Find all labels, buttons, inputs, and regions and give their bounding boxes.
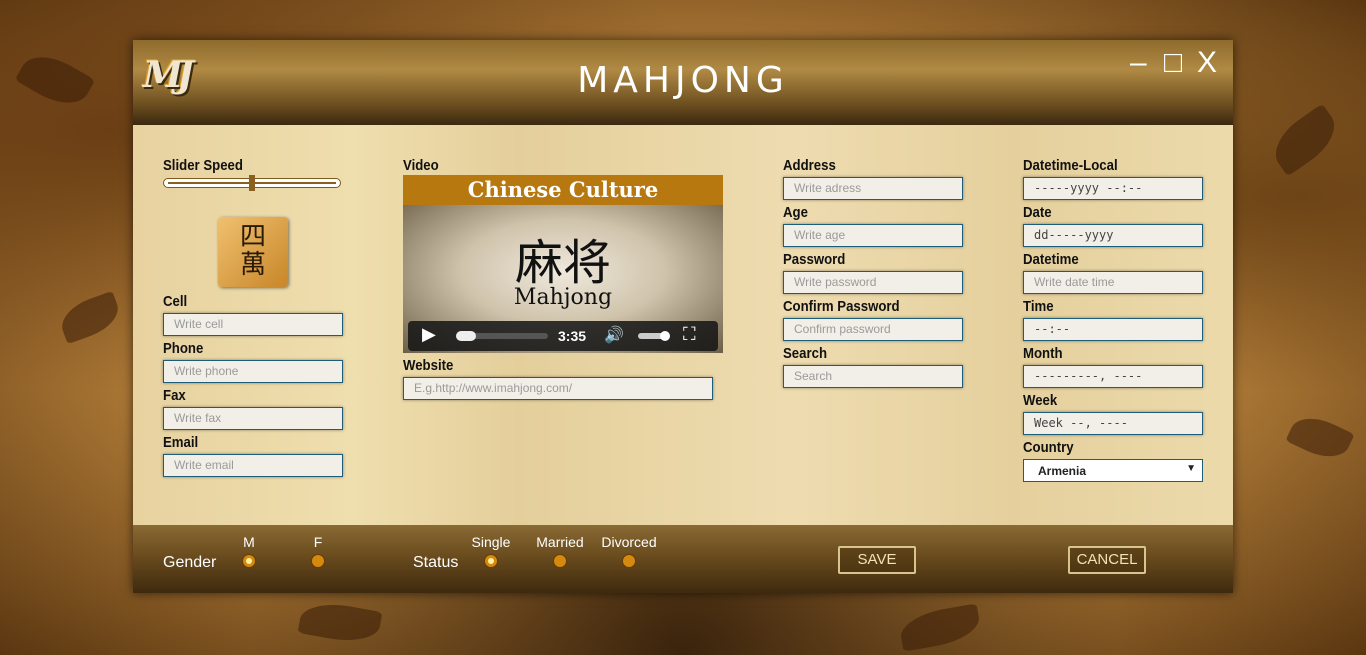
country-value: Armenia [1038,464,1087,478]
status-divorced-label: Divorced [601,534,657,550]
gender-f-label: F [313,534,323,550]
video-title: Chinese Culture [403,175,723,205]
maximize-button[interactable]: □ [1164,48,1182,78]
fax-label: Fax [163,387,186,404]
website-input[interactable]: E.g.http://www.imahjong.com/ [403,377,713,400]
search-label: Search [783,345,828,362]
background-leaf [897,603,983,652]
country-label: Country [1023,439,1074,456]
week-input[interactable]: Week --, ---- [1023,412,1203,435]
video-progress-knob[interactable] [456,331,476,341]
volume-knob[interactable] [660,331,670,341]
tile-chars: 四 萬 [239,222,266,280]
background-leaf [297,598,383,647]
header-bar: MJ MAHJONG – □ X [133,40,1233,125]
website-label: Website [403,357,454,374]
search-input[interactable]: Search [783,365,963,388]
date-input[interactable]: dd-----yyyy [1023,224,1203,247]
month-input[interactable]: ---------, ---- [1023,365,1203,388]
datetime-local-input[interactable]: -----yyyy --:-- [1023,177,1203,200]
country-select[interactable]: Armenia ▼ [1023,459,1203,482]
form-body: Slider Speed 四 萬 Cell Write cell Phone W… [133,125,1233,525]
status-divorced-radio[interactable] [622,554,636,568]
time-input[interactable]: --:-- [1023,318,1203,341]
video-label: Video [403,157,439,174]
app-window: MJ MAHJONG – □ X Slider Speed 四 萬 Cell W… [133,40,1233,593]
cell-input[interactable]: Write cell [163,313,343,336]
gender-f-radio[interactable] [311,554,325,568]
status-married-label: Married [536,534,584,550]
confirm-password-input[interactable]: Confirm password [783,318,963,341]
gender-m-label: M [243,534,255,550]
footer-bar: Gender M F Status Single Married Divorce… [133,525,1233,593]
cancel-button[interactable]: CANCEL [1068,546,1146,574]
video-time: 3:35 [558,328,587,344]
week-label: Week [1023,392,1058,409]
volume-icon[interactable]: 🔊 [604,325,624,345]
background-leaf [14,45,96,115]
age-input[interactable]: Write age [783,224,963,247]
video-controls: ▶ 3:35 🔊 ⛶ [408,321,718,351]
video-subtitle: Mahjong [513,285,613,310]
password-label: Password [783,251,846,268]
phone-label: Phone [163,340,204,357]
background-leaf [55,290,125,345]
chevron-down-icon: ▼ [1186,463,1196,474]
month-label: Month [1023,345,1063,362]
email-label: Email [163,434,199,451]
address-input[interactable]: Write adress [783,177,963,200]
datetime-local-label: Datetime-Local [1023,157,1118,174]
gender-label: Gender [163,554,217,571]
datetime-input[interactable]: Write date time [1023,271,1203,294]
save-button[interactable]: SAVE [838,546,916,574]
video-player[interactable]: Chinese Culture 麻将 Mahjong ▶ 3:35 🔊 ⛶ [403,175,723,353]
video-chinese-text: 麻将 [514,235,611,291]
slider-speed-label: Slider Speed [163,157,243,174]
background-leaf [1264,103,1346,177]
close-button[interactable]: X [1197,48,1217,78]
video-frame[interactable]: 麻将 Mahjong ▶ 3:35 🔊 ⛶ [403,205,723,353]
minimize-button[interactable]: – [1130,48,1147,78]
phone-input[interactable]: Write phone [163,360,343,383]
datetime-label: Datetime [1023,251,1079,268]
app-title: MAHJONG [577,60,789,101]
confirm-password-label: Confirm Password [783,298,900,315]
background-leaf [1285,408,1355,467]
email-input[interactable]: Write email [163,454,343,477]
status-single-label: Single [471,534,511,550]
status-married-radio[interactable] [553,554,567,568]
video-progress-bar[interactable] [456,331,548,341]
status-label: Status [413,554,459,571]
address-label: Address [783,157,836,174]
age-label: Age [783,204,808,221]
status-single-radio[interactable] [484,554,498,568]
play-icon[interactable]: ▶ [422,324,436,345]
password-input[interactable]: Write password [783,271,963,294]
fax-input[interactable]: Write fax [163,407,343,430]
date-label: Date [1023,204,1052,221]
volume-slider[interactable] [638,331,670,341]
slider-speed-thumb[interactable] [249,175,255,191]
cell-label: Cell [163,293,188,310]
fullscreen-icon[interactable]: ⛶ [683,324,696,345]
time-label: Time [1023,298,1054,315]
mahjong-tile-image: 四 萬 [218,217,288,287]
gender-m-radio[interactable] [242,554,256,568]
